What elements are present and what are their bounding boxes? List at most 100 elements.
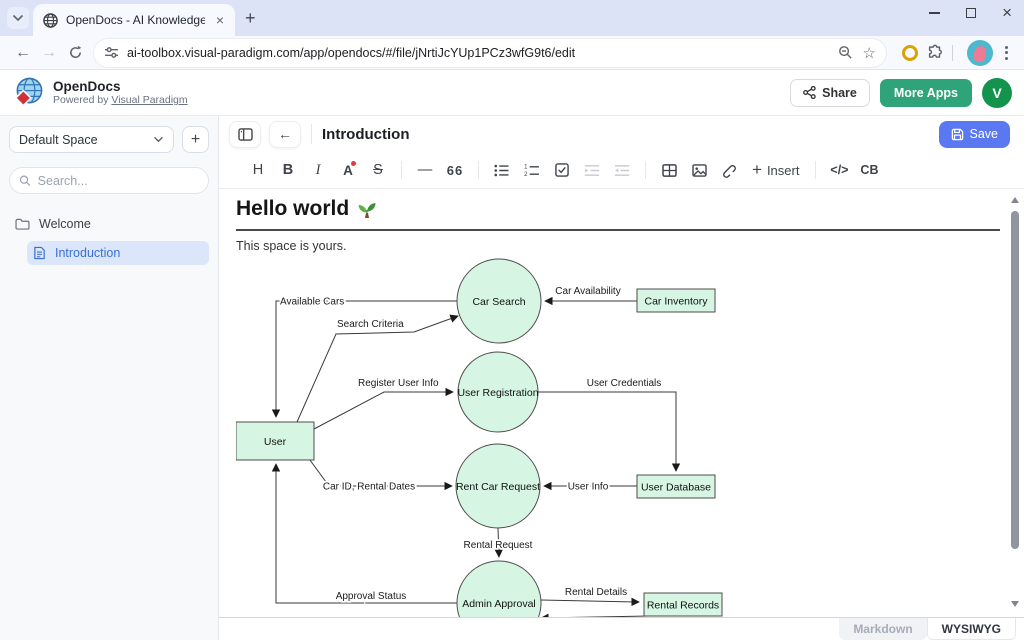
editor-canvas[interactable]: Hello world This space is yours.: [219, 189, 1024, 617]
tab-close-icon[interactable]: ×: [213, 13, 227, 27]
globe-favicon: [43, 13, 58, 28]
reload-icon: [68, 45, 83, 60]
back-button[interactable]: ←: [10, 40, 36, 66]
search-icon: [19, 174, 31, 187]
flow-label: User Info: [568, 482, 609, 493]
inline-code-button[interactable]: </>: [824, 157, 854, 183]
flow-rental-details: [541, 600, 639, 602]
flow-user-credentials: [538, 392, 676, 471]
sidebar-item-introduction[interactable]: Introduction: [27, 241, 209, 265]
indent-button[interactable]: [577, 157, 607, 183]
zoom-icon[interactable]: [838, 45, 853, 60]
browser-menu-icon[interactable]: [999, 46, 1014, 60]
node-label: User Database: [641, 482, 711, 494]
new-tab-button[interactable]: +: [245, 9, 256, 27]
toolbar-separator: [478, 161, 479, 179]
outdent-button[interactable]: [607, 157, 637, 183]
insert-table-button[interactable]: [654, 157, 684, 183]
insert-button[interactable]: + Insert: [744, 160, 807, 180]
reload-button[interactable]: [62, 40, 88, 66]
save-button[interactable]: Save: [939, 121, 1011, 148]
user-avatar[interactable]: V: [982, 78, 1012, 108]
sidebar-search[interactable]: [9, 167, 209, 194]
scroll-up-icon[interactable]: [1011, 197, 1019, 203]
flow-rental-records: [541, 616, 649, 617]
document-icon: [33, 246, 46, 260]
scroll-down-icon[interactable]: [1011, 601, 1019, 607]
editor-scrollbar[interactable]: [1008, 189, 1022, 617]
doc-header: ← Introduction Save: [219, 116, 1024, 152]
extension-icon[interactable]: [902, 45, 918, 61]
bookmark-star-icon[interactable]: ☆: [863, 44, 876, 62]
node-label: User: [264, 436, 287, 448]
node-label: Rent Car Request: [456, 481, 540, 493]
visual-paradigm-link[interactable]: Visual Paradigm: [111, 94, 187, 106]
flow-label: User Credentials: [587, 378, 661, 389]
extensions-puzzle-icon[interactable]: [926, 44, 944, 62]
add-space-button[interactable]: +: [182, 126, 209, 153]
doc-title: Introduction: [322, 126, 409, 143]
heading-button[interactable]: H: [243, 157, 273, 183]
space-selector[interactable]: Default Space: [9, 126, 174, 153]
header-divider: [311, 124, 312, 144]
app-title: OpenDocs: [53, 79, 188, 94]
toolbar-divider: [952, 45, 953, 61]
bullet-list-icon: [494, 164, 510, 177]
chevron-down-icon: [12, 14, 24, 22]
insert-link-button[interactable]: [714, 157, 744, 183]
search-input[interactable]: [38, 174, 199, 188]
dataflow-diagram[interactable]: Car Search User Registration Rent Car Re…: [236, 257, 976, 617]
browser-tab[interactable]: OpenDocs - AI Knowledge Base ×: [33, 4, 235, 36]
sidebar: Default Space + Welcome: [0, 116, 219, 640]
app-header: OpenDocs Powered by Visual Paradigm Shar…: [0, 70, 1024, 116]
horizontal-rule-button[interactable]: —: [410, 157, 440, 183]
wysiwyg-mode-button[interactable]: WYSIWYG: [927, 618, 1016, 640]
code-block-button[interactable]: CB: [854, 157, 884, 183]
seedling-emoji: [357, 199, 377, 219]
toolbar-separator: [645, 161, 646, 179]
app-brand: OpenDocs Powered by Visual Paradigm: [12, 76, 188, 109]
strikethrough-button[interactable]: S: [363, 157, 393, 183]
svg-text:1: 1: [524, 164, 528, 170]
profile-avatar[interactable]: [967, 40, 993, 66]
indent-icon: [584, 164, 600, 177]
window-close-icon[interactable]: ×: [1002, 8, 1012, 18]
flow-register-user-info: [314, 392, 453, 429]
more-apps-button[interactable]: More Apps: [880, 79, 972, 107]
toggle-sidebar-button[interactable]: [229, 121, 261, 148]
markdown-mode-button[interactable]: Markdown: [839, 618, 926, 640]
forward-button[interactable]: →: [36, 40, 62, 66]
insert-image-button[interactable]: [684, 157, 714, 183]
node-label: Rental Records: [647, 600, 719, 612]
back-navigation-button[interactable]: ←: [269, 121, 301, 148]
panel-toggle-icon: [238, 128, 253, 141]
share-button[interactable]: Share: [790, 79, 870, 107]
address-bar[interactable]: ai-toolbox.visual-paradigm.com/app/opend…: [94, 39, 886, 67]
site-settings-icon: [104, 46, 119, 59]
main-panel: ← Introduction Save H B I A S: [219, 116, 1024, 640]
format-toolbar: H B I A S — 66 1 2: [219, 152, 1024, 189]
svg-text:2: 2: [524, 172, 528, 177]
window-maximize-icon[interactable]: [966, 8, 976, 18]
scrollbar-thumb[interactable]: [1011, 211, 1019, 549]
bold-button[interactable]: B: [273, 157, 303, 183]
flow-search-criteria: [297, 316, 458, 422]
visual-paradigm-logo: [12, 76, 45, 109]
tab-search-button[interactable]: [7, 7, 29, 29]
font-color-button[interactable]: A: [333, 157, 363, 183]
checkbox-list-button[interactable]: [547, 157, 577, 183]
browser-toolbar: ← → ai-toolbox.visual-paradigm.com/app/o…: [0, 36, 1024, 70]
italic-button[interactable]: I: [303, 157, 333, 183]
powered-by: Powered by Visual Paradigm: [53, 94, 188, 106]
sidebar-item-welcome[interactable]: Welcome: [9, 212, 209, 236]
node-label: Car Search: [472, 296, 525, 308]
save-floppy-icon: [951, 128, 964, 141]
tab-strip: OpenDocs - AI Knowledge Base × + ×: [0, 0, 1024, 36]
doc-heading: Hello world: [236, 197, 1000, 231]
flow-label: Rental Request: [464, 540, 533, 551]
window-minimize-icon[interactable]: [929, 12, 940, 13]
numbered-list-button[interactable]: 1 2: [517, 157, 547, 183]
bullet-list-button[interactable]: [487, 157, 517, 183]
flow-label: Register User Info: [358, 378, 439, 389]
blockquote-button[interactable]: 66: [440, 157, 470, 183]
